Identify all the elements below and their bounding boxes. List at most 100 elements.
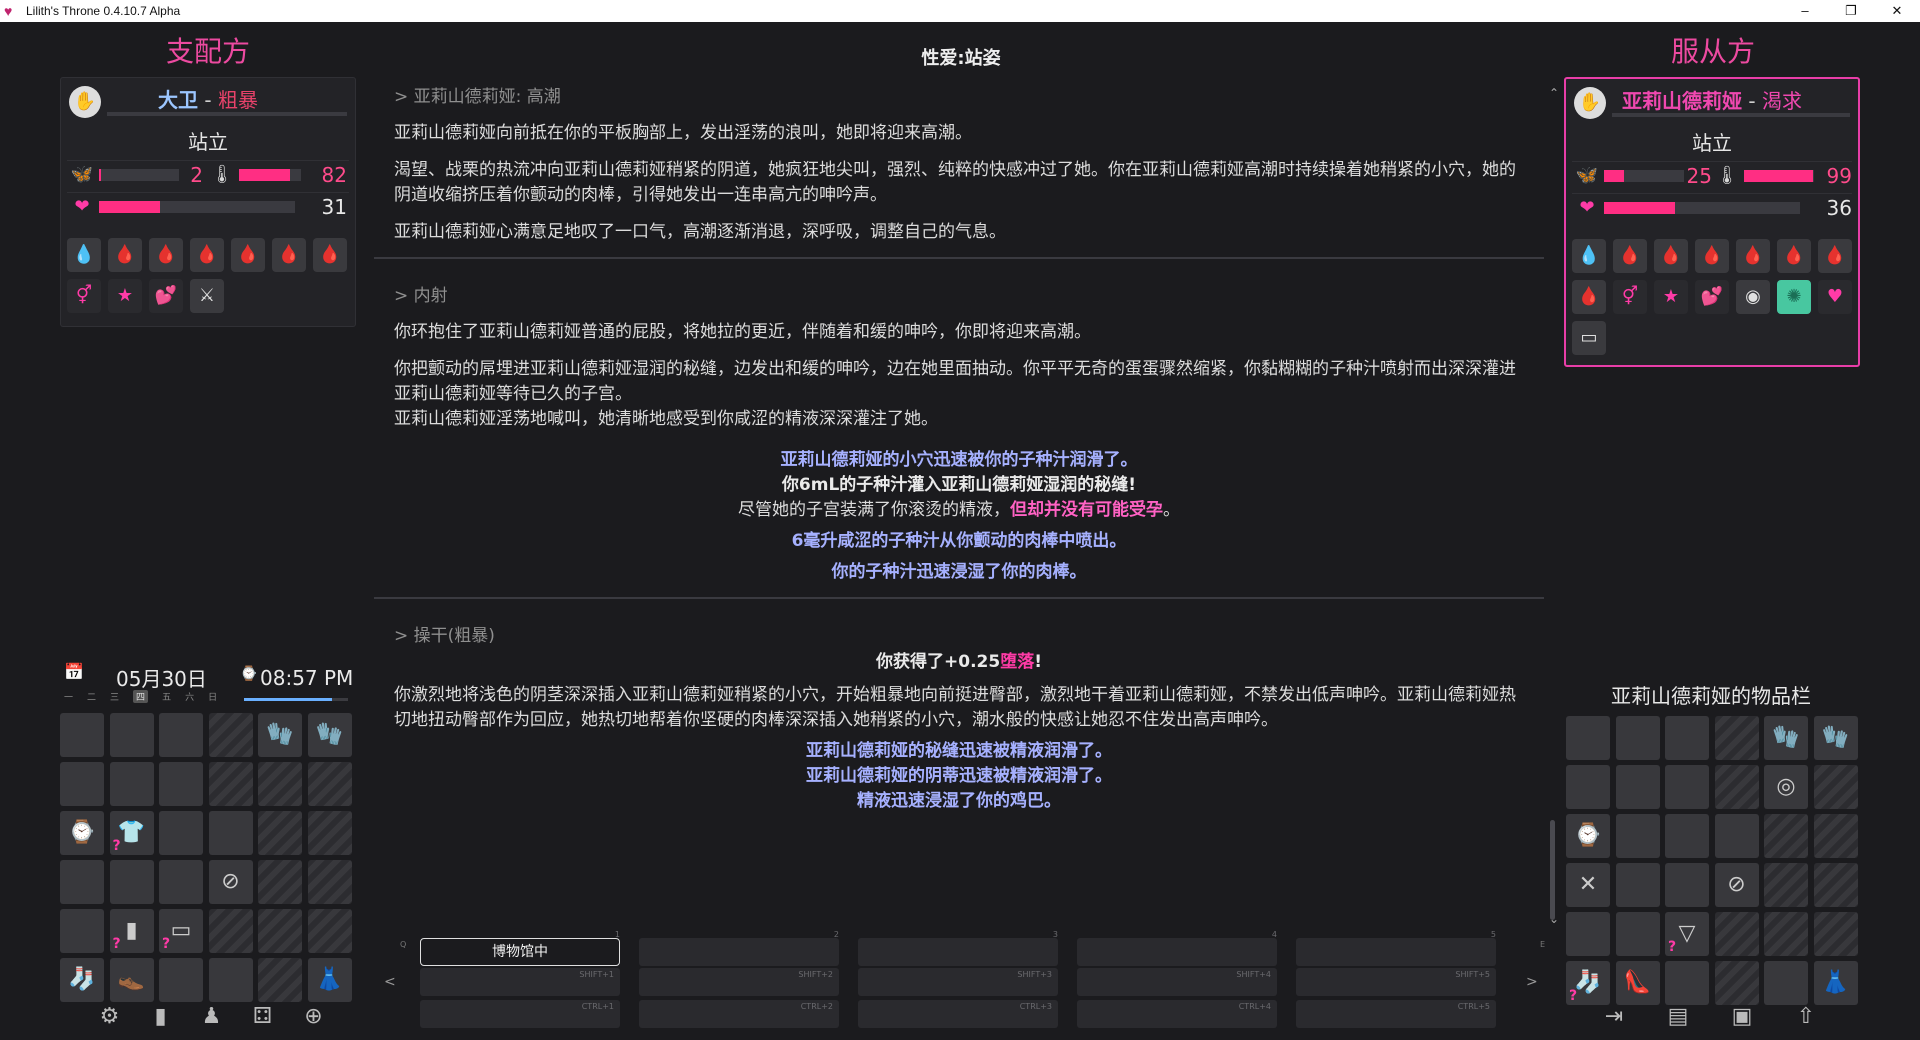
empty-slot[interactable] — [1764, 961, 1808, 1005]
action-button[interactable]: SHIFT+3 — [858, 968, 1058, 996]
empty-slot[interactable] — [1665, 814, 1709, 858]
empty-slot[interactable] — [1615, 814, 1660, 858]
status-effect-icon[interactable]: ✺ — [1777, 280, 1811, 314]
empty-slot[interactable] — [60, 713, 104, 757]
empty-slot[interactable] — [1665, 863, 1709, 907]
action-button[interactable] — [639, 938, 839, 966]
empty-slot[interactable] — [60, 909, 104, 953]
action-button[interactable]: SHIFT+5 — [1296, 968, 1496, 996]
empty-slot[interactable] — [159, 811, 203, 855]
status-effect-icon[interactable]: 💧 — [67, 238, 101, 272]
status-effect-icon[interactable]: ★ — [108, 279, 142, 313]
toolbar-icon[interactable]: ▮ — [135, 1004, 186, 1029]
empty-slot[interactable] — [60, 860, 104, 904]
close-button[interactable]: ✕ — [1874, 0, 1920, 22]
empty-slot[interactable] — [1615, 716, 1660, 760]
equipped-item-slot[interactable]: 🧤 — [1764, 716, 1808, 760]
status-effect-icon[interactable]: ⚔ — [190, 279, 224, 313]
action-button[interactable] — [1077, 938, 1277, 966]
action-button[interactable]: SHIFT+4 — [1077, 968, 1277, 996]
toolbar-icon[interactable]: ⚙ — [84, 1004, 135, 1029]
toolbar-icon[interactable]: ♟ — [186, 1004, 237, 1029]
section-header[interactable]: > 亚莉山德莉娅: 高潮 — [394, 82, 1534, 107]
equipped-item-slot[interactable]: 🧦? — [1566, 961, 1610, 1005]
minimize-button[interactable]: – — [1782, 0, 1828, 22]
equipped-item-slot[interactable]: ◎ — [1764, 765, 1808, 809]
equipped-item-slot[interactable]: ⊘ — [208, 860, 253, 904]
status-effect-icon[interactable]: 💕 — [149, 279, 183, 313]
toolbar-icon[interactable]: ⇥ — [1582, 1004, 1646, 1029]
empty-slot[interactable] — [1615, 912, 1660, 956]
toolbar-icon[interactable]: ⊕ — [288, 1004, 339, 1029]
status-effect-icon[interactable]: 🩸 — [108, 238, 142, 272]
equipped-item-slot[interactable]: ⌚ — [60, 811, 104, 855]
empty-slot[interactable] — [159, 860, 203, 904]
scroll-down-arrow[interactable]: ⌄ — [1549, 912, 1559, 926]
empty-slot[interactable] — [159, 762, 203, 806]
status-effect-icon[interactable]: ★ — [1654, 280, 1688, 314]
next-page-arrow[interactable]: > — [1526, 974, 1538, 990]
equipped-item-slot[interactable]: ▭? — [159, 909, 203, 953]
equipped-item-slot[interactable]: 🧤 — [1813, 716, 1858, 760]
section-header[interactable]: > 操干(粗暴) — [394, 621, 1534, 646]
equipped-item-slot[interactable]: 🧤 — [258, 713, 302, 757]
status-effect-icon[interactable]: 🩸 — [313, 238, 347, 272]
empty-slot[interactable] — [1566, 716, 1610, 760]
empty-slot[interactable] — [109, 713, 154, 757]
equipped-item-slot[interactable]: 👗 — [1813, 961, 1858, 1005]
action-button-active[interactable]: 博物馆中 — [420, 938, 620, 966]
action-button[interactable] — [858, 938, 1058, 966]
status-effect-icon[interactable]: 🩸 — [1695, 239, 1729, 273]
action-button[interactable]: CTRL+2 — [639, 1000, 839, 1028]
status-effect-icon[interactable]: ⚥ — [1613, 280, 1647, 314]
action-button[interactable]: SHIFT+2 — [639, 968, 839, 996]
action-button[interactable] — [1296, 938, 1496, 966]
log-scrollbar[interactable] — [1550, 820, 1555, 920]
status-effect-icon[interactable]: 💧 — [1572, 239, 1606, 273]
prev-page-arrow[interactable]: < — [384, 974, 396, 990]
equipped-item-slot[interactable]: 👞 — [109, 958, 154, 1002]
status-effect-icon[interactable]: ♥ — [1818, 280, 1852, 314]
equipped-item-slot[interactable]: 🧤 — [307, 713, 352, 757]
status-effect-icon[interactable]: 🩸 — [1777, 239, 1811, 273]
status-effect-icon[interactable]: 🩸 — [1736, 239, 1770, 273]
status-effect-icon[interactable]: ▭ — [1572, 321, 1606, 355]
equipped-item-slot[interactable]: ✕ — [1566, 863, 1610, 907]
status-effect-icon[interactable]: 💕 — [1695, 280, 1729, 314]
submissive-character-card[interactable]: ✋ 亚莉山德莉娅 - 渴求 站立 🦋 25 🌡 99 ❤ 36 💧 🩸 🩸 🩸 🩸 🩸 🩸 🩸… — [1564, 77, 1860, 367]
status-effect-icon[interactable]: ⚥ — [67, 279, 101, 313]
action-button[interactable]: CTRL+1 — [420, 1000, 620, 1028]
empty-slot[interactable] — [1566, 765, 1610, 809]
empty-slot[interactable] — [1665, 961, 1709, 1005]
equipped-item-slot[interactable]: ▮? — [109, 909, 154, 953]
empty-slot[interactable] — [1566, 912, 1610, 956]
equipped-item-slot[interactable]: ⊘ — [1714, 863, 1759, 907]
status-effect-icon[interactable]: 🩸 — [190, 238, 224, 272]
empty-slot[interactable] — [1665, 716, 1709, 760]
equipped-item-slot[interactable]: 👕? — [109, 811, 154, 855]
empty-slot[interactable] — [60, 762, 104, 806]
empty-slot[interactable] — [109, 860, 154, 904]
status-effect-icon[interactable]: 🩸 — [1572, 280, 1606, 314]
status-effect-icon[interactable]: 🩸 — [1818, 239, 1852, 273]
empty-slot[interactable] — [208, 811, 253, 855]
status-effect-icon[interactable]: 🩸 — [1654, 239, 1688, 273]
empty-slot[interactable] — [1615, 863, 1660, 907]
toolbar-icon[interactable]: ▤ — [1646, 1004, 1710, 1029]
status-effect-icon[interactable]: 🩸 — [272, 238, 306, 272]
empty-slot[interactable] — [1665, 765, 1709, 809]
action-button[interactable]: CTRL+3 — [858, 1000, 1058, 1028]
empty-slot[interactable] — [1714, 814, 1759, 858]
action-button[interactable]: CTRL+5 — [1296, 1000, 1496, 1028]
status-effect-icon[interactable]: 🩸 — [1613, 239, 1647, 273]
equipped-item-slot[interactable]: ▽? — [1665, 912, 1709, 956]
equipped-item-slot[interactable]: 🧦 — [60, 958, 104, 1002]
scroll-up-arrow[interactable]: ⌃ — [1549, 86, 1559, 100]
action-button[interactable]: CTRL+4 — [1077, 1000, 1277, 1028]
section-header[interactable]: > 内射 — [394, 281, 1534, 306]
empty-slot[interactable] — [208, 958, 253, 1002]
restore-button[interactable]: ❐ — [1828, 0, 1874, 22]
action-button[interactable]: SHIFT+1 — [420, 968, 620, 996]
equipped-item-slot[interactable]: ⌚ — [1566, 814, 1610, 858]
equipped-item-slot[interactable]: 👗 — [307, 958, 352, 1002]
